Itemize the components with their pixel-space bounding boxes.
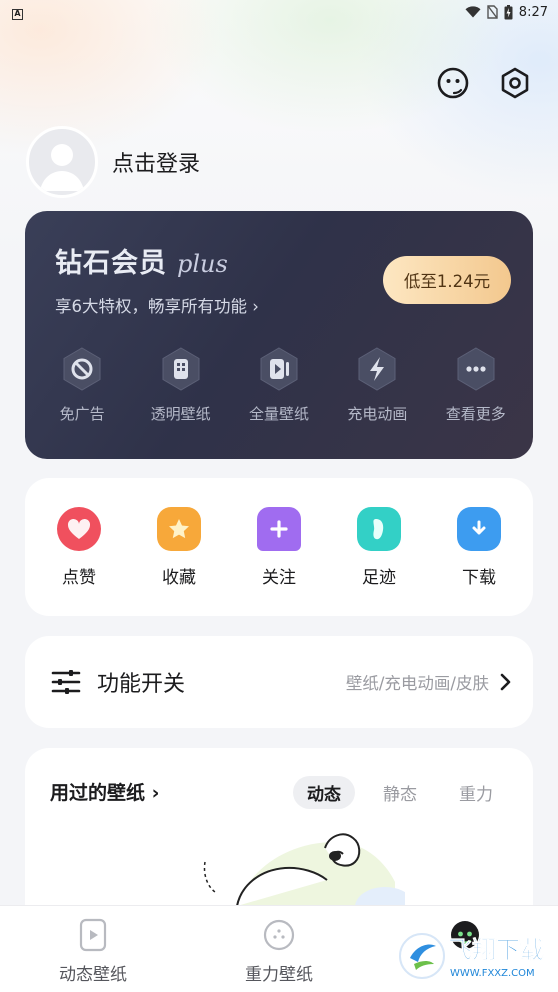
settings-hexagon-icon [501, 67, 529, 99]
vip-subtitle-link[interactable]: 享6大特权，畅享所有功能 › [55, 293, 259, 317]
tab-dynamic[interactable]: 动态 [293, 776, 355, 809]
wifi-icon [465, 6, 481, 18]
perk-charging-animation[interactable]: 充电动画 [332, 345, 422, 424]
smile-face-icon [437, 67, 469, 99]
charging-bolt-icon [358, 347, 396, 391]
quick-actions-card: 点赞 收藏 关注 足迹 下载 [25, 478, 533, 616]
vip-membership-card[interactable]: 钻石会员 plus 享6大特权，畅享所有功能 › 低至1.24元 免广告 透明壁… [25, 211, 533, 459]
feature-switch-hint: 壁纸/充电动画/皮肤 [345, 674, 489, 693]
footprint-button[interactable]: 足迹 [339, 506, 419, 588]
perk-no-ads[interactable]: 免广告 [37, 345, 127, 424]
gravity-wallpaper-icon [263, 919, 295, 951]
vip-plus-label: plus [177, 250, 228, 278]
sliders-icon [51, 670, 81, 694]
follow-button[interactable]: 关注 [239, 506, 319, 588]
more-dots-icon [457, 347, 495, 391]
no-ads-icon [63, 347, 101, 391]
customer-service-button[interactable] [436, 66, 470, 100]
wallpaper-type-tabs: 动态 静态 重力 [293, 776, 507, 809]
tab-gravity[interactable]: 重力 [445, 776, 507, 809]
perk-view-more[interactable]: 查看更多 [431, 345, 521, 424]
tab-dynamic-wallpaper[interactable]: 动态壁纸 [23, 918, 163, 985]
vip-title: 钻石会员 [55, 248, 167, 279]
site-watermark-logo: 飞翔下载 WWW.FXXZ.COM [399, 933, 544, 979]
feature-switch-row[interactable]: 功能开关 壁纸/充电动画/皮肤 [25, 636, 533, 728]
footprint-icon [373, 518, 384, 539]
transparent-wallpaper-icon [162, 347, 200, 391]
default-avatar-icon [40, 144, 84, 191]
chevron-right-icon [500, 673, 511, 691]
star-icon [169, 518, 189, 538]
heart-icon [67, 518, 91, 539]
empty-state-illustration [203, 833, 405, 912]
avatar[interactable] [26, 126, 98, 198]
tab-gravity-wallpaper[interactable]: 重力壁纸 [209, 918, 349, 985]
download-folder-icon [472, 520, 486, 534]
downloads-button[interactable]: 下载 [439, 506, 519, 588]
watermark-url: WWW.FXXZ.COM [450, 968, 535, 979]
likes-button[interactable]: 点赞 [39, 506, 119, 588]
dynamic-wallpaper-icon [79, 918, 107, 952]
battery-charging-icon [504, 4, 513, 19]
favorites-button[interactable]: 收藏 [139, 506, 219, 588]
no-sim-icon [487, 5, 498, 19]
tab-static[interactable]: 静态 [369, 776, 431, 809]
profile-login[interactable]: 点击登录 [26, 126, 200, 198]
all-wallpapers-icon [260, 347, 298, 391]
perk-transparent-wallpaper[interactable]: 透明壁纸 [136, 345, 226, 424]
perk-all-wallpapers[interactable]: 全量壁纸 [234, 345, 324, 424]
feature-switch-title: 功能开关 [97, 672, 186, 697]
status-time: 8:27 [518, 4, 548, 20]
vip-price-button[interactable]: 低至1.24元 [383, 256, 511, 304]
status-bar: A 8:27 [0, 0, 558, 24]
login-prompt[interactable]: 点击登录 [112, 146, 200, 178]
app-notification-icon: A [12, 8, 23, 20]
watermark-text: 飞翔下载 [448, 936, 544, 964]
bookmark-plus-icon [270, 519, 288, 538]
settings-button[interactable] [498, 66, 532, 100]
used-wallpapers-link[interactable]: 用过的壁纸 › [50, 778, 159, 805]
